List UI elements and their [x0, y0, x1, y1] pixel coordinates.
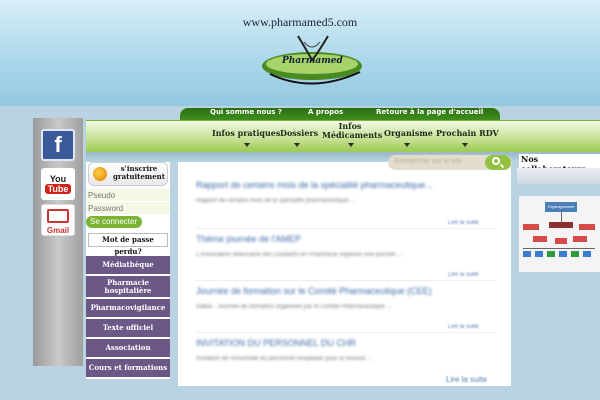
article-text: Rapport de certains mois de la spécialit… — [196, 198, 356, 204]
org-node — [555, 238, 567, 244]
org-node — [571, 251, 579, 257]
chevron-down-icon — [244, 143, 250, 147]
article-title[interactable]: Thème journée de l'AMEP — [196, 234, 486, 244]
pseudo-input[interactable] — [86, 189, 170, 201]
article-title[interactable]: INVITATION DU PERSONNEL DU CHR — [196, 338, 486, 348]
top-nav: Qui somme nous ? A propos Retoure à la p… — [180, 108, 500, 120]
article-read-more[interactable]: Lire la suite — [448, 272, 479, 278]
article-separator — [196, 228, 496, 229]
article-separator — [196, 332, 496, 333]
signup-label: s'inscrire gratuitement — [111, 165, 167, 181]
org-node — [583, 251, 591, 257]
org-node — [547, 251, 555, 257]
nav-link-qui-somme-nous[interactable]: Qui somme nous ? — [210, 108, 282, 116]
collaborators-title: Nos collaborateurs — [519, 154, 600, 174]
read-more-link[interactable]: Lire la suite — [446, 375, 487, 384]
article-title[interactable]: Rapport de certains mois de la spécialit… — [196, 180, 486, 190]
gmail-icon[interactable]: Gmail — [41, 204, 75, 236]
login-panel: s'inscrire gratuitement Se connecter Mot… — [86, 162, 170, 256]
org-node — [549, 222, 573, 228]
search-button[interactable] — [485, 155, 511, 170]
organigram-image[interactable]: Organigramme — [519, 196, 600, 272]
signup-line2: gratuitement — [113, 172, 165, 181]
article-separator — [196, 280, 496, 281]
users-icon — [93, 167, 107, 181]
pharmamed-logo[interactable]: Pharmamed — [250, 34, 378, 88]
article-text: Rabat - Journée de formation organisée p… — [196, 304, 392, 310]
article-text: L'Association Marocaine des Etudiants en… — [196, 252, 403, 258]
nav-item-prochain-rdv[interactable]: Prochain RDV — [436, 129, 499, 137]
article-read-more[interactable]: Lire la suite — [448, 220, 479, 226]
nav-link-accueil[interactable]: Retoure à la page d'accueil — [376, 108, 483, 116]
menu-item-mediatheque[interactable]: Médiathèque — [86, 256, 170, 276]
organigram-label: Organigramme — [545, 202, 577, 212]
org-line — [523, 248, 595, 249]
header-banner: www.pharmamed5.com Pharmamed — [0, 0, 600, 106]
side-menu: Médiathèque Pharmacie hospitalière Pharm… — [86, 256, 170, 379]
org-node — [523, 251, 531, 257]
menu-item-cours-formations[interactable]: Cours et formations — [86, 359, 170, 379]
article-text: Invitation de l'ensemble du personnel ho… — [196, 356, 373, 362]
nav-item-infos-medicaments[interactable]: Infos Médicaments — [322, 121, 383, 140]
org-node — [523, 224, 539, 230]
connect-button[interactable]: Se connecter — [86, 216, 142, 228]
nav-item-organisme[interactable]: Organisme — [384, 129, 433, 137]
org-node — [535, 251, 543, 257]
nav-item-infos-pratiques[interactable]: Infos pratiques — [212, 129, 280, 137]
chevron-down-icon — [294, 143, 300, 147]
article-title[interactable]: Journée de formation sur le Comité Pharm… — [196, 286, 486, 296]
envelope-shape — [47, 209, 69, 223]
youtube-you-text: You — [49, 174, 67, 184]
menu-item-pharmacovigilance[interactable]: Pharmacovigilance — [86, 299, 170, 319]
menu-item-texte-officiel[interactable]: Texte officiel — [86, 319, 170, 339]
gmail-text: Gmail — [46, 226, 70, 235]
org-line — [561, 212, 562, 222]
chevron-down-icon — [404, 143, 410, 147]
org-node — [579, 224, 595, 230]
nav-item-dossiers[interactable]: Dossiers — [280, 129, 318, 137]
logo-text: Pharmamed — [282, 56, 343, 66]
collaborators-banner[interactable] — [517, 168, 600, 184]
signup-button[interactable]: s'inscrire gratuitement — [88, 162, 168, 186]
nav-item-medicaments-line2: Médicaments — [322, 130, 383, 140]
password-input[interactable] — [86, 202, 170, 214]
youtube-tube-text: Tube — [44, 184, 72, 194]
main-nav: Infos pratiques Dossiers Infos Médicamen… — [86, 120, 600, 152]
org-node — [533, 236, 547, 242]
chevron-down-icon — [462, 143, 468, 147]
site-url[interactable]: www.pharmamed5.com — [0, 15, 600, 30]
forgot-password-link[interactable]: Mot de passe perdu? — [88, 233, 168, 256]
menu-item-association[interactable]: Association — [86, 339, 170, 359]
social-sidebar: f You Tube Gmail — [33, 118, 83, 366]
youtube-icon[interactable]: You Tube — [41, 168, 75, 200]
org-node — [573, 236, 587, 242]
nav-item-infos-line1: Infos — [338, 121, 362, 131]
menu-item-pharmacie-hospitaliere[interactable]: Pharmacie hospitalière — [86, 276, 170, 299]
nav-link-a-propos[interactable]: A propos — [308, 108, 343, 116]
org-node — [559, 251, 567, 257]
search-icon — [492, 157, 500, 165]
article-read-more[interactable]: Lire la suite — [448, 324, 479, 330]
facebook-icon[interactable]: f — [41, 129, 75, 161]
search-placeholder: Rechercher sur le site — [394, 158, 463, 165]
chevron-down-icon — [348, 143, 354, 147]
